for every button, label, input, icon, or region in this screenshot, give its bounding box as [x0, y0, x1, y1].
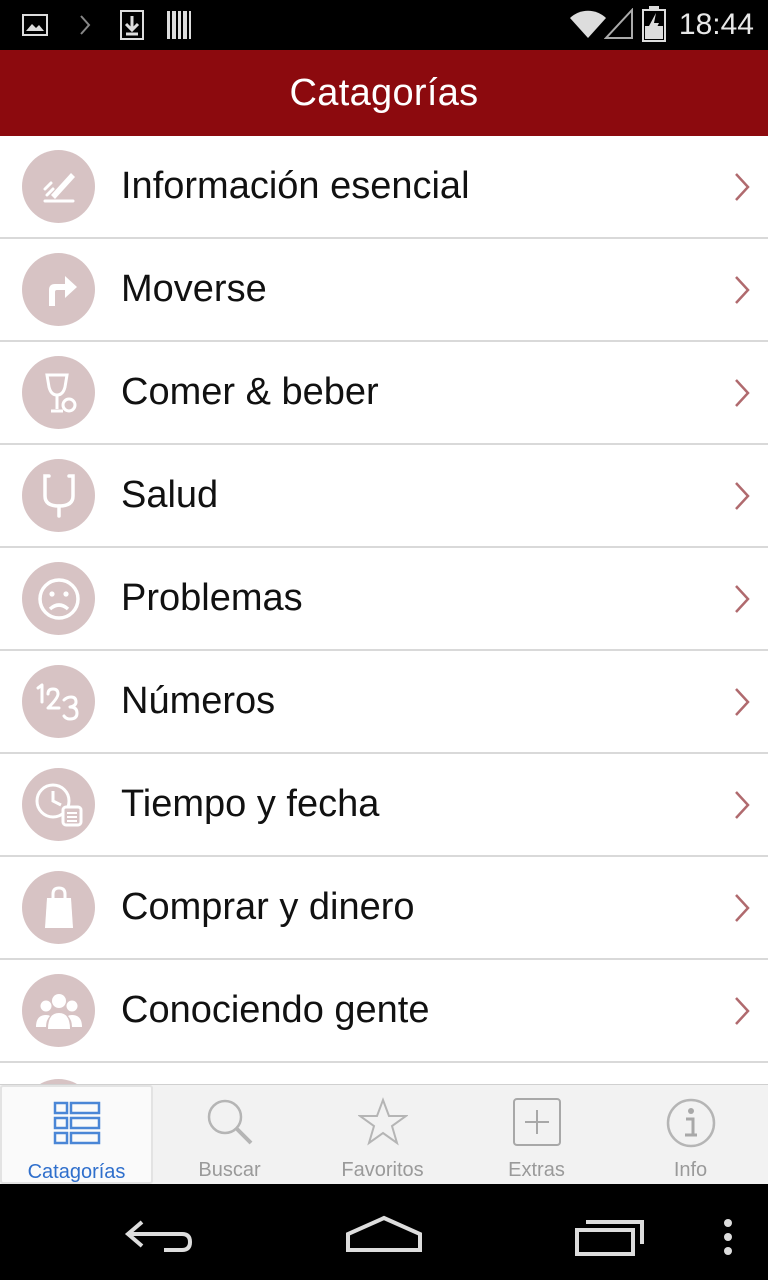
- category-row-conociendo-gente[interactable]: Conociendo gente: [0, 960, 768, 1063]
- wifi-icon: [570, 10, 606, 38]
- category-row-tiempo-fecha[interactable]: Tiempo y fecha: [0, 754, 768, 857]
- category-row-salud[interactable]: Salud: [0, 445, 768, 548]
- category-row-comer-beber[interactable]: Comer & beber: [0, 342, 768, 445]
- glass-bottle-icon: [22, 356, 95, 429]
- sad-face-icon: [22, 562, 95, 635]
- chevron-right-icon: [80, 15, 91, 35]
- list-icon: [53, 1101, 100, 1145]
- tab-label: Info: [673, 1159, 708, 1181]
- chevron-right-icon: [735, 688, 750, 716]
- category-label: Comprar y dinero: [121, 886, 415, 928]
- image-icon: [22, 14, 48, 36]
- chevron-right-icon: [735, 585, 750, 613]
- search-icon: [207, 1099, 252, 1145]
- category-row-problemas[interactable]: Problemas: [0, 548, 768, 651]
- category-row-partial[interactable]: [0, 1063, 768, 1084]
- tab-label: Catagorías: [27, 1161, 126, 1183]
- signal-icon: [604, 8, 633, 39]
- category-label: Moverse: [121, 268, 267, 310]
- category-list: Información esencial Moverse Comer & beb…: [0, 136, 768, 1084]
- category-label: Problemas: [121, 577, 303, 619]
- tab-buscar[interactable]: Buscar: [153, 1085, 306, 1184]
- numbers-123-icon: [22, 665, 95, 738]
- people-icon: [22, 974, 95, 1047]
- system-nav-bar: [0, 1184, 768, 1280]
- chevron-right-icon: [735, 894, 750, 922]
- chevron-right-icon: [735, 173, 750, 201]
- category-label: Información esencial: [121, 165, 470, 207]
- home-icon[interactable]: [344, 1214, 424, 1254]
- pencil-icon: [22, 150, 95, 223]
- clock-time: 18:44: [678, 8, 754, 41]
- category-label: Tiempo y fecha: [121, 783, 380, 825]
- category-label: Comer & beber: [121, 371, 379, 413]
- plus-box-icon: [512, 1098, 561, 1146]
- recent-apps-icon[interactable]: [574, 1218, 646, 1256]
- star-icon: [357, 1097, 408, 1146]
- category-label: Números: [121, 680, 276, 722]
- barcode-icon: [167, 11, 191, 39]
- turn-right-arrow-icon: [22, 253, 95, 326]
- clock-calendar-icon: [22, 768, 95, 841]
- chevron-right-icon: [735, 379, 750, 407]
- stethoscope-icon: [22, 459, 95, 532]
- info-icon: [666, 1098, 715, 1148]
- chevron-right-icon: [735, 276, 750, 304]
- tab-label: Extras: [508, 1159, 565, 1181]
- back-icon[interactable]: [124, 1218, 194, 1254]
- tab-info[interactable]: Info: [614, 1085, 767, 1184]
- page-title: Catagorías: [289, 71, 479, 114]
- category-row-numeros[interactable]: Números: [0, 651, 768, 754]
- category-row-informacion-esencial[interactable]: Información esencial: [0, 136, 768, 239]
- category-row-comprar-dinero[interactable]: Comprar y dinero: [0, 857, 768, 960]
- bottom-tab-bar: Catagorías Buscar Favoritos Extras Info: [0, 1084, 768, 1184]
- overflow-menu-icon[interactable]: [722, 1218, 734, 1256]
- tab-extras[interactable]: Extras: [460, 1085, 613, 1184]
- category-row-moverse[interactable]: Moverse: [0, 239, 768, 342]
- app-header: Catagorías: [0, 50, 768, 136]
- tab-catagorias[interactable]: Catagorías: [0, 1085, 153, 1184]
- chevron-right-icon: [735, 997, 750, 1025]
- category-label: Salud: [121, 474, 219, 516]
- tab-label: Favoritos: [341, 1159, 424, 1181]
- shopping-bag-icon: [22, 871, 95, 944]
- tab-label: Buscar: [198, 1159, 261, 1181]
- chevron-right-icon: [735, 482, 750, 510]
- download-icon: [120, 10, 144, 40]
- tab-favoritos[interactable]: Favoritos: [306, 1085, 459, 1184]
- category-label: Conociendo gente: [121, 989, 430, 1031]
- chevron-right-icon: [735, 791, 750, 819]
- status-bar: 18:44: [0, 0, 768, 50]
- battery-charging-icon: [642, 6, 666, 42]
